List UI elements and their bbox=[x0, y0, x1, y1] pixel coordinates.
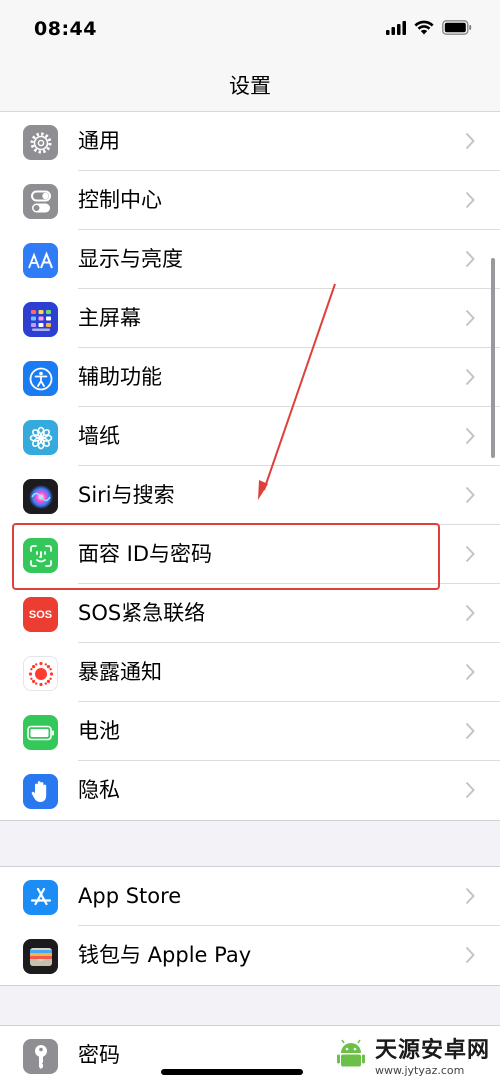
nav-bar: 设置 bbox=[0, 58, 500, 112]
face-id-icon bbox=[23, 538, 58, 573]
key-icon bbox=[23, 1039, 58, 1074]
chevron-right-icon bbox=[465, 486, 475, 504]
settings-row-face-id-passcode[interactable]: 面容 ID与密码 bbox=[0, 525, 500, 584]
settings-row-label: 通用 bbox=[78, 129, 120, 153]
settings-row-label: Siri与搜索 bbox=[78, 483, 175, 507]
settings-row-display-brightness[interactable]: 显示与亮度 bbox=[0, 230, 500, 289]
scroll-indicator[interactable] bbox=[491, 258, 495, 458]
settings-row-battery[interactable]: 电池 bbox=[0, 702, 500, 761]
chevron-right-icon bbox=[465, 368, 475, 386]
settings-row-label: 显示与亮度 bbox=[78, 247, 183, 271]
status-time: 08:44 bbox=[34, 18, 97, 40]
app-store-icon bbox=[23, 880, 58, 915]
settings-row-wallpaper[interactable]: 墙纸 bbox=[0, 407, 500, 466]
settings-row-wallet-apple-pay[interactable]: 钱包与 Apple Pay bbox=[0, 926, 500, 985]
chevron-right-icon bbox=[465, 604, 475, 622]
wifi-icon bbox=[414, 20, 434, 35]
battery-status-icon bbox=[442, 20, 472, 35]
accessibility-icon bbox=[23, 361, 58, 396]
settings-row-home-screen[interactable]: 主屏幕 bbox=[0, 289, 500, 348]
settings-row-label: 墙纸 bbox=[78, 424, 120, 448]
settings-row-label: 电池 bbox=[78, 719, 120, 743]
chevron-right-icon bbox=[465, 427, 475, 445]
settings-group-main: 通用 控制中心 显示与亮度 主屏幕 辅助功能 墙纸 Siri与搜索 面容 ID与… bbox=[0, 112, 500, 821]
settings-row-privacy[interactable]: 隐私 bbox=[0, 761, 500, 820]
cellular-signal-icon bbox=[386, 20, 406, 35]
settings-row-label: 密码 bbox=[78, 1043, 120, 1067]
settings-row-app-store[interactable]: App Store bbox=[0, 867, 500, 926]
gear-icon bbox=[23, 125, 58, 160]
settings-row-emergency-sos[interactable]: SOS SOS紧急联络 bbox=[0, 584, 500, 643]
settings-row-control-center[interactable]: 控制中心 bbox=[0, 171, 500, 230]
settings-row-label: 主屏幕 bbox=[78, 306, 141, 330]
settings-row-label: 面容 ID与密码 bbox=[78, 542, 213, 566]
sos-icon: SOS bbox=[23, 597, 58, 632]
toggles-icon bbox=[23, 184, 58, 219]
settings-row-label: App Store bbox=[78, 884, 182, 908]
settings-row-label: SOS紧急联络 bbox=[78, 601, 206, 625]
settings-row-label: 辅助功能 bbox=[78, 365, 162, 389]
watermark-name: 天源安卓网 bbox=[374, 1038, 490, 1063]
chevron-right-icon bbox=[465, 663, 475, 681]
chevron-right-icon bbox=[465, 191, 475, 209]
chevron-right-icon bbox=[465, 250, 475, 268]
chevron-right-icon bbox=[465, 722, 475, 740]
chevron-right-icon bbox=[465, 781, 475, 799]
home-indicator[interactable] bbox=[161, 1069, 303, 1075]
watermark: 天源安卓网 www.jytyaz.com bbox=[328, 1030, 494, 1079]
chevron-right-icon bbox=[465, 309, 475, 327]
settings-row-label: 钱包与 Apple Pay bbox=[78, 943, 252, 967]
flower-icon bbox=[23, 420, 58, 455]
chevron-right-icon bbox=[465, 545, 475, 563]
settings-row-label: 隐私 bbox=[78, 778, 120, 802]
settings-group-store: App Store 钱包与 Apple Pay bbox=[0, 866, 500, 986]
status-icons bbox=[386, 20, 472, 35]
chevron-right-icon bbox=[465, 887, 475, 905]
sos-icon-text: SOS bbox=[28, 608, 53, 621]
wallet-icon bbox=[23, 939, 58, 974]
exposure-icon bbox=[23, 656, 58, 691]
status-bar: 08:44 bbox=[0, 0, 500, 58]
watermark-url: www.jytyaz.com bbox=[374, 1064, 465, 1077]
chevron-right-icon bbox=[465, 132, 475, 150]
settings-row-exposure-notifications[interactable]: 暴露通知 bbox=[0, 643, 500, 702]
settings-row-accessibility[interactable]: 辅助功能 bbox=[0, 348, 500, 407]
settings-row-siri-search[interactable]: Siri与搜索 bbox=[0, 466, 500, 525]
battery-icon bbox=[23, 715, 58, 750]
settings-row-general[interactable]: 通用 bbox=[0, 112, 500, 171]
chevron-right-icon bbox=[465, 946, 475, 964]
app-grid-icon bbox=[23, 302, 58, 337]
hand-icon bbox=[23, 774, 58, 809]
page-title: 设置 bbox=[229, 74, 271, 98]
text-size-icon bbox=[23, 243, 58, 278]
settings-row-label: 暴露通知 bbox=[78, 660, 162, 684]
settings-row-label: 控制中心 bbox=[78, 188, 162, 212]
siri-icon bbox=[23, 479, 58, 514]
android-logo-icon bbox=[336, 1039, 365, 1066]
